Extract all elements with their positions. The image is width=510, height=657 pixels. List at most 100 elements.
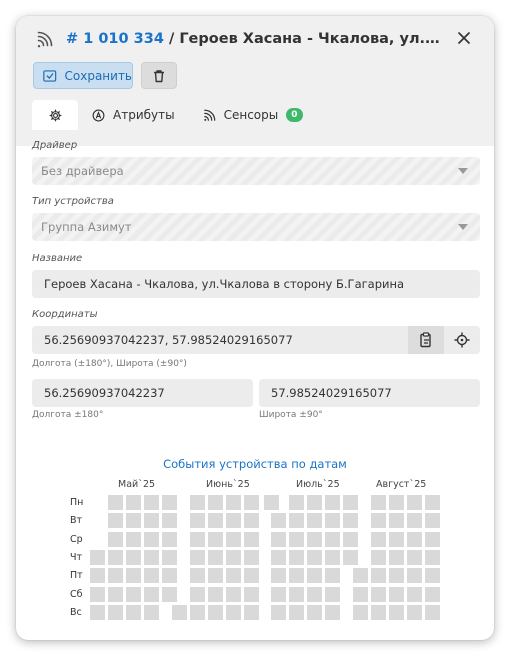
heatmap-cell[interactable]: [126, 549, 141, 565]
heatmap-cell[interactable]: [425, 586, 440, 602]
heatmap-cell[interactable]: [108, 586, 123, 602]
heatmap-cell[interactable]: [407, 568, 422, 584]
heatmap-cell[interactable]: [307, 604, 322, 620]
heatmap-cell[interactable]: [389, 495, 404, 510]
heatmap-cell[interactable]: [190, 549, 205, 565]
heatmap-cell[interactable]: [108, 568, 123, 584]
heatmap-cell[interactable]: [407, 531, 422, 547]
heatmap-cell[interactable]: [353, 604, 368, 620]
heatmap-cell[interactable]: [289, 549, 304, 565]
heatmap-cell[interactable]: [407, 513, 422, 529]
heatmap-cell[interactable]: [307, 549, 322, 565]
heatmap-cell[interactable]: [353, 568, 368, 584]
heatmap-cell[interactable]: [190, 568, 205, 584]
heatmap-cell[interactable]: [208, 549, 223, 565]
heatmap-cell[interactable]: [289, 604, 304, 620]
paste-coords-button[interactable]: [408, 326, 444, 354]
heatmap-cell[interactable]: [162, 513, 177, 529]
heatmap-cell[interactable]: [244, 495, 259, 510]
heatmap-cell[interactable]: [144, 549, 159, 565]
heatmap-cell[interactable]: [389, 586, 404, 602]
heatmap-cell[interactable]: [289, 531, 304, 547]
heatmap-cell[interactable]: [307, 513, 322, 529]
heatmap-cell[interactable]: [325, 495, 340, 510]
heatmap-cell[interactable]: [325, 568, 340, 584]
heatmap-cell[interactable]: [208, 531, 223, 547]
heatmap-cell[interactable]: [343, 513, 358, 529]
heatmap-cell[interactable]: [264, 495, 279, 510]
heatmap-cell[interactable]: [208, 568, 223, 584]
heatmap-cell[interactable]: [90, 549, 105, 565]
heatmap-cell[interactable]: [407, 586, 422, 602]
locate-button[interactable]: [444, 326, 480, 354]
heatmap-cell[interactable]: [343, 549, 358, 565]
heatmap-cell[interactable]: [425, 495, 440, 510]
heatmap-cell[interactable]: [389, 549, 404, 565]
heatmap-cell[interactable]: [162, 531, 177, 547]
heatmap-cell[interactable]: [389, 531, 404, 547]
heatmap-cell[interactable]: [126, 513, 141, 529]
heatmap-cell[interactable]: [226, 531, 241, 547]
heatmap-cell[interactable]: [307, 531, 322, 547]
heatmap-cell[interactable]: [226, 513, 241, 529]
heatmap-cell[interactable]: [389, 604, 404, 620]
heatmap-cell[interactable]: [325, 549, 340, 565]
heatmap-cell[interactable]: [425, 568, 440, 584]
heatmap-cell[interactable]: [407, 495, 422, 510]
heatmap-cell[interactable]: [271, 568, 286, 584]
coords-input[interactable]: 56.25690937042237, 57.98524029165077: [32, 326, 408, 354]
heatmap-cell[interactable]: [226, 549, 241, 565]
heatmap-cell[interactable]: [126, 586, 141, 602]
heatmap-cell[interactable]: [325, 531, 340, 547]
heatmap-cell[interactable]: [371, 495, 386, 510]
heatmap-cell[interactable]: [271, 513, 286, 529]
heatmap-cell[interactable]: [190, 495, 205, 510]
heatmap-cell[interactable]: [90, 604, 105, 620]
heatmap-cell[interactable]: [190, 586, 205, 602]
heatmap-cell[interactable]: [325, 604, 340, 620]
heatmap-cell[interactable]: [244, 513, 259, 529]
heatmap-cell[interactable]: [126, 531, 141, 547]
heatmap-cell[interactable]: [108, 531, 123, 547]
heatmap-cell[interactable]: [289, 495, 304, 510]
close-icon[interactable]: [456, 30, 472, 46]
heatmap-cell[interactable]: [425, 531, 440, 547]
heatmap-cell[interactable]: [389, 568, 404, 584]
heatmap-cell[interactable]: [343, 495, 358, 510]
heatmap-cell[interactable]: [325, 513, 340, 529]
heatmap-cell[interactable]: [108, 549, 123, 565]
heatmap-cell[interactable]: [208, 586, 223, 602]
heatmap-cell[interactable]: [108, 495, 123, 510]
heatmap-cell[interactable]: [371, 531, 386, 547]
heatmap-cell[interactable]: [244, 531, 259, 547]
heatmap-cell[interactable]: [208, 513, 223, 529]
heatmap-cell[interactable]: [425, 549, 440, 565]
heatmap-cell[interactable]: [144, 531, 159, 547]
heatmap-cell[interactable]: [144, 513, 159, 529]
heatmap-cell[interactable]: [226, 568, 241, 584]
heatmap-cell[interactable]: [226, 495, 241, 510]
heatmap-cell[interactable]: [389, 513, 404, 529]
tab-settings[interactable]: [32, 100, 78, 130]
heatmap-cell[interactable]: [371, 549, 386, 565]
heatmap-cell[interactable]: [126, 568, 141, 584]
heatmap-cell[interactable]: [90, 586, 105, 602]
heatmap-cell[interactable]: [162, 549, 177, 565]
heatmap-cell[interactable]: [190, 513, 205, 529]
heatmap-cell[interactable]: [407, 549, 422, 565]
heatmap-cell[interactable]: [407, 604, 422, 620]
heatmap-cell[interactable]: [108, 513, 123, 529]
heatmap-cell[interactable]: [90, 568, 105, 584]
heatmap-cell[interactable]: [307, 586, 322, 602]
heatmap-cell[interactable]: [144, 586, 159, 602]
heatmap-cell[interactable]: [162, 586, 177, 602]
heatmap-cell[interactable]: [307, 568, 322, 584]
delete-button[interactable]: [141, 62, 177, 89]
heatmap-cell[interactable]: [144, 495, 159, 510]
heatmap-cell[interactable]: [289, 513, 304, 529]
heatmap-cell[interactable]: [208, 604, 223, 620]
name-input[interactable]: Героев Хасана - Чкалова, ул.Чкалова в ст…: [32, 270, 480, 298]
heatmap-cell[interactable]: [126, 604, 141, 620]
heatmap-cell[interactable]: [307, 495, 322, 510]
heatmap-cell[interactable]: [353, 586, 368, 602]
